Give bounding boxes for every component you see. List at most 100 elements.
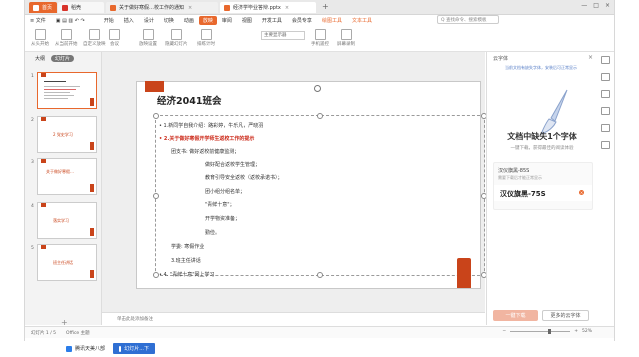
screen-select[interactable]: 主要显示器 [261,31,305,40]
menu-developer[interactable]: 开发工具 [257,17,287,24]
menu-slideshow[interactable]: 放映 [198,16,217,25]
menu-home[interactable]: 开始 [99,17,119,24]
resize-handle[interactable] [153,113,159,119]
slide-text-line[interactable]: • 4. "青鲜十意"网上学习 [159,271,215,278]
theme-name: Office 主题 [66,330,90,336]
play-from-current-button[interactable]: 从当前开始 [55,29,78,47]
panel-buttons: 一键下载 更多的云字体 [493,310,589,321]
new-tab-button[interactable]: + [322,2,329,11]
slide-text-line[interactable]: 3.班主任讲话 [171,257,201,264]
zoom-in-icon[interactable]: + [574,329,578,334]
help-icon[interactable] [600,141,610,149]
search-input[interactable]: Q 查找命令、搜索模板 [437,15,499,24]
slide-number: 2 [31,118,34,123]
hide-slide-icon [170,29,182,40]
tab-document-notice[interactable]: 关于做好寒假…校工作的通知 × [106,2,218,13]
slide-text-line[interactable]: • 2.关于做好寒假开学师生返校工作的提示 [159,135,254,142]
animation-icon[interactable] [600,124,610,132]
play-from-start-button[interactable]: 从头开始 [31,29,49,47]
resize-handle[interactable] [317,113,323,119]
docer-icon [62,4,68,11]
meeting-button[interactable]: 会议 [109,29,120,47]
more-fonts-button[interactable]: 更多的云字体 [542,310,589,321]
settings-icon[interactable] [600,56,610,64]
quick-access-icons[interactable]: ▣ ▤ ▥ ↶ ↷ [51,18,99,24]
shape-icon[interactable] [600,90,610,98]
menu-drawing-tools[interactable]: 绘图工具 [317,17,347,24]
slide-number: 3 [31,160,34,165]
slide-number: 4 [31,204,34,209]
menu-text-tools[interactable]: 文本工具 [347,17,377,24]
panel-tabs: 大纲 幻灯片 [25,52,101,64]
screen-record-button[interactable]: 屏幕录制 [337,29,355,47]
menu-file[interactable]: ≡ 文件 [25,17,51,24]
show-settings-button[interactable]: 放映设置 [139,29,157,47]
slide-thumbnail[interactable]: 班主任讲话 [37,244,97,281]
maximize-icon[interactable]: □ [593,2,599,9]
rehearse-timing-button[interactable]: 排练计时 [197,29,215,47]
image-icon[interactable] [600,107,610,115]
taskbar-item[interactable]: 腾讯天美八部 [60,343,112,354]
slide-text-line[interactable]: 勤俭。 [205,229,220,236]
slide-thumbnail[interactable] [37,72,97,109]
slide-text-line[interactable]: 教育引导安全返校（返校承诺书）； [205,174,283,181]
custom-show-button[interactable]: 自定义放映 [83,29,106,47]
zoom-slider-knob[interactable] [548,329,552,334]
close-icon[interactable]: × [588,54,593,61]
menu-member[interactable]: 会员专享 [287,17,317,24]
slide-canvas[interactable]: 经济2041班会 • 1.新同学自我介绍：路彩婷，牛乐凡，严晓羽 • 2.关于做… [136,81,487,289]
settings-icon [142,29,154,40]
remove-icon[interactable]: × [579,190,584,195]
close-icon[interactable]: × [188,5,192,11]
text-icon[interactable] [600,73,610,81]
download-all-button[interactable]: 一键下载 [493,310,538,321]
close-icon[interactable]: × [285,5,289,11]
slide-text-line[interactable]: 开学物资准备； [205,215,240,222]
menu-view[interactable]: 视图 [237,17,257,24]
slide-title[interactable]: 经济2041班会 [157,93,221,107]
slide-text-line[interactable]: 做好配合返校学生管理； [205,161,260,168]
hide-slide-button[interactable]: 隐藏幻灯片 [165,29,188,47]
tab-slides[interactable]: 幻灯片 [51,54,75,62]
rotate-handle-icon[interactable] [314,85,321,92]
menu-animation[interactable]: 动画 [179,17,199,24]
slide-decor-bar [145,81,164,92]
font-note: 需要下载后才能正常显示 [498,175,542,180]
font-list-item[interactable]: 汉仪旗黑-75S × [494,185,592,201]
font-name: 汉仪旗黑-75S [500,190,546,198]
tab-document-active[interactable]: 经济学毕业答辩.pptx × [220,2,316,13]
resize-handle[interactable] [317,272,323,278]
menu-review[interactable]: 审阅 [217,17,237,24]
minimize-icon[interactable]: — [581,2,587,9]
meeting-icon [109,29,120,40]
phone-remote-button[interactable]: 手机遥控 [311,29,329,47]
notes-input[interactable]: 单击此处添加备注 [102,312,485,325]
menu-design[interactable]: 设计 [139,17,159,24]
slide-text-line[interactable]: • 1.新同学自我介绍：路彩婷，牛乐凡，严晓羽 [159,122,263,129]
menu-insert[interactable]: 插入 [119,17,139,24]
tab-outline[interactable]: 大纲 [35,55,45,62]
slide-thumbnail[interactable]: 关于做好寒假… [37,158,97,195]
record-icon [340,29,352,40]
slide-thumbnail[interactable]: 2 党史学习 [37,116,97,153]
slide-decor-corner [457,258,471,288]
menu-transition[interactable]: 切换 [159,17,179,24]
slide-text-line[interactable]: 团小组分组名单； [205,188,245,195]
slide-text-line[interactable]: "青鲜十意"； [205,201,235,208]
zoom-out-icon[interactable]: − [502,329,506,334]
tab-docer[interactable]: 稻壳 [58,2,104,13]
zoom-slider[interactable] [510,329,571,334]
slides-panel: 大纲 幻灯片 1 2 2 党史学习 3 关于做好寒假… 4 落实学习 5 班主任… [25,52,102,327]
slide-text-line[interactable]: 学委: 寒假作业 [171,243,204,250]
taskbar-item-active[interactable]: 幻灯片...下 [113,343,155,354]
tab-home[interactable]: 首页 [29,2,57,13]
slide-text-line[interactable]: 团支书: 做好返校前健康监测； [171,148,239,155]
cloud-font-panel: 云字体 × 当前文档有缺失字体，安装后可正常显示 文档中缺失1个字体 一键下载，… [486,52,597,325]
resize-handle[interactable] [153,193,159,199]
slide-thumbnail[interactable]: 落实学习 [37,202,97,239]
ribbon-toolbar: 从头开始 从当前开始 自定义放映 会议 放映设置 隐藏幻灯片 排练计时 主要显示… [25,27,614,52]
close-window-icon[interactable]: × [605,2,610,9]
zoom-control: − + 52% [502,329,592,334]
zoom-level[interactable]: 52% [582,329,592,334]
play-icon [34,29,46,40]
